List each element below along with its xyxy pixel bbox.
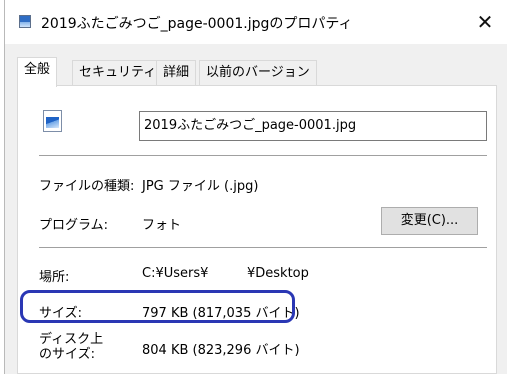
change-program-button[interactable]: 変更(C)...: [381, 207, 478, 235]
location-folder: ¥Desktop: [247, 266, 309, 281]
tab-bar: 全般 セキュリティ 詳細 以前のバージョン: [17, 57, 497, 87]
program-value: フォト: [142, 218, 182, 233]
tab-general[interactable]: 全般: [17, 57, 58, 87]
location-label: 場所:: [39, 270, 70, 285]
disk-size-value: 804 KB (823,296 バイト): [142, 343, 300, 358]
title-bar: 2019ふたごみつご_page-0001.jpgのプロパティ ✕: [5, 0, 507, 44]
tab-details[interactable]: 詳細: [156, 60, 197, 85]
tab-security[interactable]: セキュリティ: [72, 60, 164, 85]
image-file-icon: [19, 15, 31, 28]
location-user: C:¥Users¥: [142, 266, 209, 281]
close-button[interactable]: ✕: [462, 0, 507, 44]
program-label: プログラム:: [39, 218, 108, 233]
file-type-value: JPG ファイル (.jpg): [142, 179, 259, 194]
general-panel: 2019ふたごみつご_page-0001.jpg ファイルの種類: JPG ファ…: [17, 85, 497, 374]
file-type-label: ファイルの種類:: [39, 179, 135, 194]
image-file-icon: [43, 110, 62, 132]
file-name-field[interactable]: 2019ふたごみつご_page-0001.jpg: [139, 111, 487, 141]
size-highlight-annotation: [20, 290, 295, 323]
disk-size-label-line1: ディスク上: [39, 332, 104, 347]
disk-size-label-line2: のサイズ:: [39, 347, 95, 362]
tab-previous-versions[interactable]: 以前のバージョン: [199, 60, 317, 85]
window-title: 2019ふたごみつご_page-0001.jpgのプロパティ: [41, 16, 353, 32]
divider: [39, 247, 487, 248]
divider: [39, 155, 487, 156]
